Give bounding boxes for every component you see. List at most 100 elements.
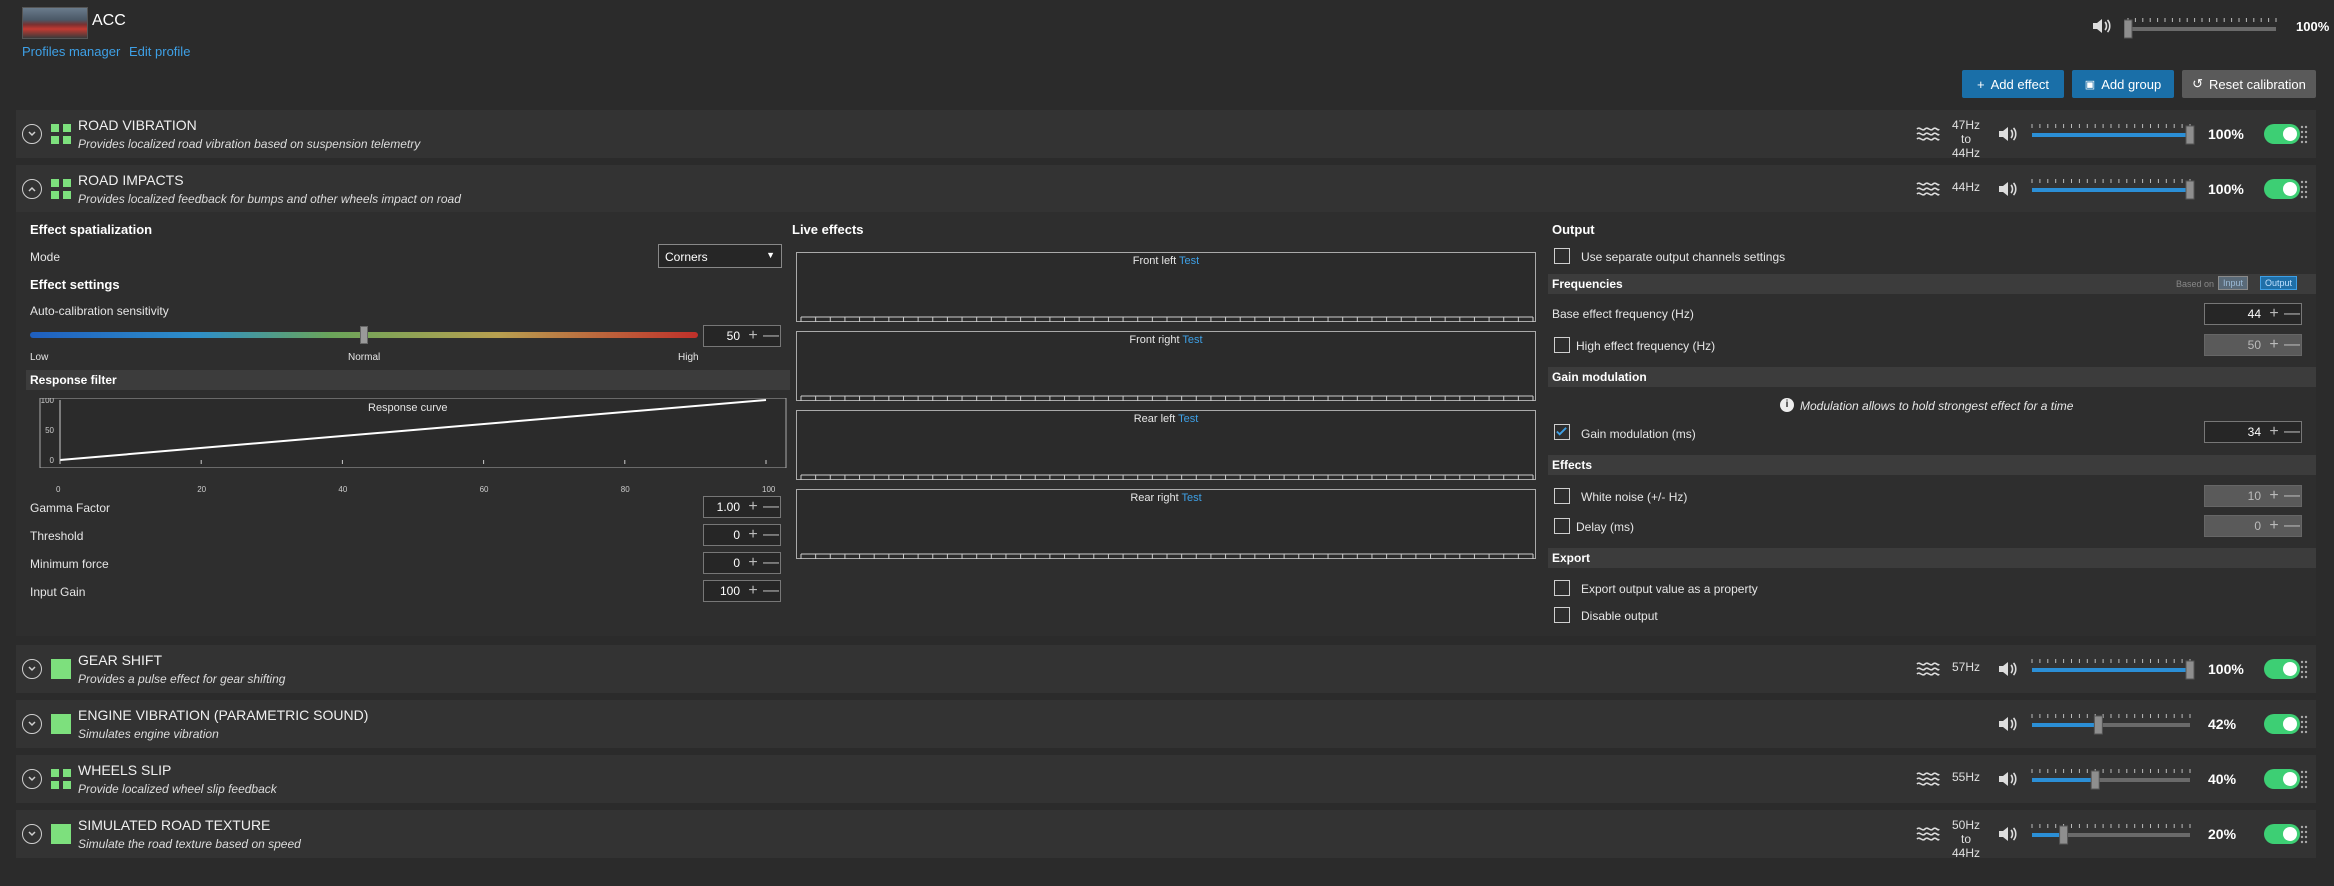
drag-handle-icon[interactable] bbox=[2300, 179, 2308, 199]
delay-checkbox[interactable] bbox=[1554, 518, 1570, 534]
slider-thumb[interactable] bbox=[2090, 770, 2100, 790]
increment-button[interactable]: + bbox=[744, 581, 762, 601]
volume-slider[interactable] bbox=[2028, 177, 2198, 201]
speaker-icon[interactable] bbox=[1996, 768, 2018, 790]
speaker-icon[interactable] bbox=[2090, 15, 2112, 37]
effect-row[interactable]: SIMULATED ROAD TEXTURE Simulate the road… bbox=[16, 810, 2316, 860]
decrement-button[interactable]: — bbox=[2283, 304, 2301, 324]
effect-row[interactable]: ROAD VIBRATION Provides localized road v… bbox=[16, 110, 2316, 160]
enable-toggle[interactable] bbox=[2264, 124, 2300, 144]
gain-mod-input[interactable]: 34 + — bbox=[2204, 421, 2302, 443]
separate-channels-checkbox[interactable] bbox=[1554, 248, 1570, 264]
high-freq-input[interactable]: 50 + — bbox=[2204, 334, 2302, 356]
enable-toggle[interactable] bbox=[2264, 824, 2300, 844]
export-checkbox[interactable] bbox=[1554, 580, 1570, 596]
decrement-button[interactable]: — bbox=[762, 525, 780, 545]
white-noise-input[interactable]: 10 + — bbox=[2204, 485, 2302, 507]
high-freq-checkbox[interactable] bbox=[1554, 337, 1570, 353]
speaker-icon[interactable] bbox=[1996, 178, 2018, 200]
effect-row[interactable]: GEAR SHIFT Provides a pulse effect for g… bbox=[16, 645, 2316, 693]
slider-thumb[interactable] bbox=[2185, 180, 2195, 200]
disable-output-checkbox[interactable] bbox=[1554, 607, 1570, 623]
speaker-icon[interactable] bbox=[1996, 123, 2018, 145]
effect-row[interactable]: ROAD IMPACTS Provides localized feedback… bbox=[16, 165, 2316, 213]
volume-slider[interactable] bbox=[2028, 767, 2198, 791]
decrement-button[interactable]: — bbox=[2283, 486, 2301, 506]
increment-button[interactable]: + bbox=[2265, 486, 2283, 506]
chevron-down-icon[interactable] bbox=[22, 659, 42, 679]
autocal-input[interactable]: 50 + — bbox=[703, 325, 781, 347]
delay-input[interactable]: 0 + — bbox=[2204, 515, 2302, 537]
slider-thumb[interactable] bbox=[2059, 825, 2069, 845]
drag-handle-icon[interactable] bbox=[2300, 714, 2308, 734]
decrement-button[interactable]: — bbox=[762, 553, 780, 573]
sensitivity-thumb[interactable] bbox=[360, 326, 368, 344]
decrement-button[interactable]: — bbox=[2283, 422, 2301, 442]
enable-toggle[interactable] bbox=[2264, 659, 2300, 679]
live-effect-graph: Rear left Test bbox=[796, 410, 1536, 480]
enable-toggle[interactable] bbox=[2264, 769, 2300, 789]
increment-button[interactable]: + bbox=[744, 326, 762, 346]
drag-handle-icon[interactable] bbox=[2300, 824, 2308, 844]
output-tag[interactable]: Output bbox=[2260, 276, 2298, 290]
white-noise-checkbox[interactable] bbox=[1554, 488, 1570, 504]
minforce-input[interactable]: 0 + — bbox=[703, 552, 781, 574]
decrement-button[interactable]: — bbox=[762, 326, 780, 346]
volume-slider[interactable] bbox=[2028, 712, 2198, 736]
increment-button[interactable]: + bbox=[2265, 335, 2283, 355]
slider-thumb[interactable] bbox=[2185, 660, 2195, 680]
separate-channels-label: Use separate output channels settings bbox=[1581, 250, 1786, 264]
chevron-down-icon[interactable] bbox=[22, 824, 42, 844]
drag-handle-icon[interactable] bbox=[2300, 769, 2308, 789]
edit-profile-link[interactable]: Edit profile bbox=[129, 44, 190, 59]
increment-button[interactable]: + bbox=[2265, 516, 2283, 536]
add-group-button[interactable]: ▣ Add group bbox=[2072, 70, 2174, 98]
chevron-down-icon[interactable] bbox=[22, 124, 42, 144]
speaker-icon[interactable] bbox=[1996, 713, 2018, 735]
input-tag[interactable]: Input bbox=[2218, 276, 2249, 290]
volume-slider[interactable] bbox=[2028, 122, 2198, 146]
gain-mod-value: 34 bbox=[2247, 425, 2261, 439]
mode-select[interactable]: Corners ▼ bbox=[658, 244, 782, 268]
threshold-input[interactable]: 0 + — bbox=[703, 524, 781, 546]
response-filter-header: Response filter bbox=[26, 370, 790, 390]
volume-slider[interactable] bbox=[2028, 657, 2198, 681]
increment-button[interactable]: + bbox=[2265, 422, 2283, 442]
speaker-icon[interactable] bbox=[1996, 658, 2018, 680]
drag-handle-icon[interactable] bbox=[2300, 659, 2308, 679]
slider-thumb[interactable] bbox=[2093, 715, 2103, 735]
increment-button[interactable]: + bbox=[2265, 304, 2283, 324]
enable-toggle[interactable] bbox=[2264, 714, 2300, 734]
gain-mod-checkbox[interactable] bbox=[1554, 424, 1570, 440]
effect-row[interactable]: ENGINE VIBRATION (PARAMETRIC SOUND) Simu… bbox=[16, 700, 2316, 748]
decrement-button[interactable]: — bbox=[2283, 516, 2301, 536]
base-freq-input[interactable]: 44 + — bbox=[2204, 303, 2302, 325]
chevron-down-icon[interactable] bbox=[22, 714, 42, 734]
master-volume-slider[interactable] bbox=[2124, 16, 2284, 40]
enable-toggle[interactable] bbox=[2264, 179, 2300, 199]
increment-button[interactable]: + bbox=[744, 553, 762, 573]
decrement-button[interactable]: — bbox=[2283, 335, 2301, 355]
slider-thumb[interactable] bbox=[2185, 125, 2195, 145]
x-tick-label: 80 bbox=[620, 485, 630, 494]
decrement-button[interactable]: — bbox=[762, 581, 780, 601]
add-effect-button[interactable]: + Add effect bbox=[1962, 70, 2064, 98]
chevron-down-icon[interactable] bbox=[22, 769, 42, 789]
decrement-button[interactable]: — bbox=[762, 497, 780, 517]
base-freq-value: 44 bbox=[2247, 307, 2261, 321]
live-effect-axis bbox=[800, 395, 1534, 401]
volume-slider[interactable] bbox=[2028, 822, 2198, 846]
slider-thumb[interactable] bbox=[2124, 19, 2133, 39]
drag-handle-icon[interactable] bbox=[2300, 124, 2308, 144]
speaker-icon[interactable] bbox=[1996, 823, 2018, 845]
profiles-manager-link[interactable]: Profiles manager bbox=[22, 44, 120, 59]
increment-button[interactable]: + bbox=[744, 497, 762, 517]
effect-row[interactable]: WHEELS SLIP Provide localized wheel slip… bbox=[16, 755, 2316, 803]
reset-calibration-button[interactable]: ↺ Reset calibration bbox=[2182, 70, 2316, 98]
chevron-up-icon[interactable] bbox=[22, 179, 42, 199]
frequency-value: 57Hz bbox=[1951, 660, 1980, 674]
gamma-input[interactable]: 1.00 + — bbox=[703, 496, 781, 518]
inputgain-input[interactable]: 100 + — bbox=[703, 580, 781, 602]
disable-output-label: Disable output bbox=[1581, 609, 1658, 623]
increment-button[interactable]: + bbox=[744, 525, 762, 545]
